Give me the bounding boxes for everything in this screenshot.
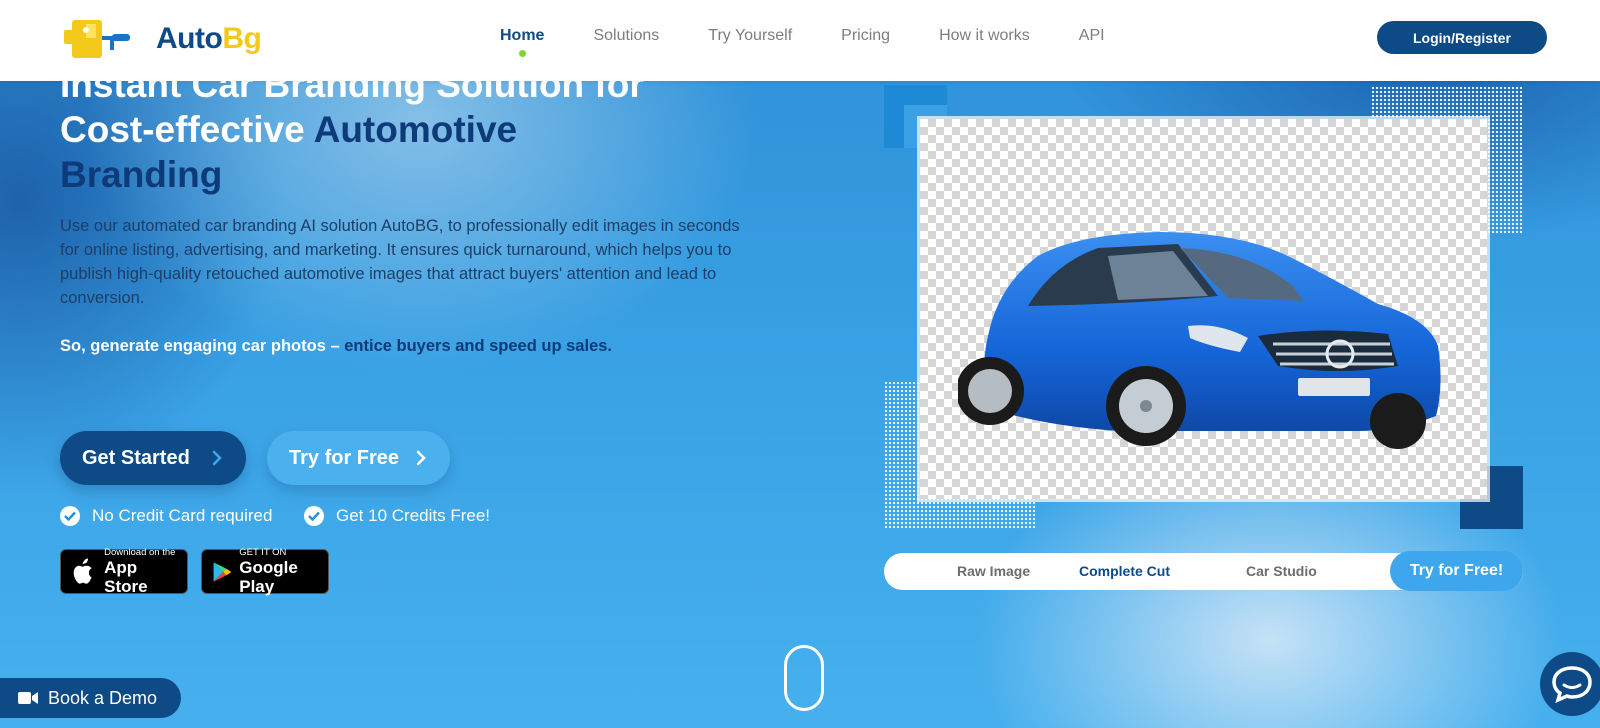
- app-store-big: App Store: [104, 558, 148, 596]
- google-play-badge[interactable]: GET IT ON Google Play: [201, 547, 329, 596]
- tagline-white: So, generate engaging car photos –: [60, 337, 345, 355]
- app-store-small: Download on the: [104, 547, 176, 558]
- get-started-label: Get Started: [82, 446, 190, 469]
- chevron-right-icon: [416, 450, 426, 466]
- chat-icon: [1552, 666, 1592, 704]
- tab-raw-image[interactable]: Raw Image: [957, 563, 1030, 579]
- headline-line-2: Cost-effective Automotive: [60, 107, 780, 152]
- get-started-button[interactable]: Get Started: [60, 431, 246, 485]
- hero-tagline: So, generate engaging car photos – entic…: [60, 337, 612, 356]
- tab-complete-cut[interactable]: Complete Cut: [1079, 563, 1170, 579]
- login-register-button[interactable]: Login/Register: [1377, 21, 1547, 54]
- check-icon: [304, 506, 324, 526]
- chat-button[interactable]: [1540, 652, 1600, 716]
- nav-try-yourself[interactable]: Try Yourself: [708, 27, 792, 45]
- logo-text: AutoBg: [156, 22, 262, 56]
- hero-paragraph: Use our automated car branding AI soluti…: [60, 217, 740, 307]
- nav-how-it-works[interactable]: How it works: [939, 27, 1030, 45]
- logo-text-auto: Auto: [156, 22, 223, 55]
- logo[interactable]: AutoBg: [64, 14, 262, 64]
- check-free-credits-label: Get 10 Credits Free!: [336, 506, 491, 525]
- check-no-credit-card: No Credit Card required: [60, 506, 272, 526]
- try-for-free-button[interactable]: Try for Free: [267, 431, 450, 485]
- book-demo-button[interactable]: Book a Demo: [0, 678, 181, 718]
- scroll-mouse-icon: [784, 645, 824, 711]
- logo-text-bg: Bg: [222, 22, 262, 55]
- app-store-badge[interactable]: Download on the App Store: [60, 547, 188, 596]
- chevron-right-icon: [212, 450, 222, 466]
- tab-car-studio[interactable]: Car Studio: [1246, 563, 1317, 579]
- headline-line-2-dark: Automotive: [313, 109, 518, 150]
- google-play-big: Google Play: [239, 558, 298, 596]
- google-play-small: GET IT ON: [239, 547, 287, 558]
- try-for-free-label: Try for Free: [289, 446, 400, 469]
- nav-solutions[interactable]: Solutions: [593, 27, 659, 45]
- logo-icon: [64, 20, 130, 58]
- google-play-icon: [213, 561, 231, 582]
- nav-home[interactable]: Home: [500, 27, 544, 57]
- tagline-dark: entice buyers and speed up sales.: [344, 337, 613, 355]
- video-camera-icon: [18, 692, 38, 704]
- nav-pricing[interactable]: Pricing: [841, 27, 890, 45]
- preview-try-for-free-button[interactable]: Try for Free!: [1390, 551, 1523, 591]
- headline-line-3: Branding: [60, 154, 223, 195]
- headline-line-2-white: Cost-effective: [60, 109, 314, 150]
- main-nav: Home Solutions Try Yourself Pricing How …: [500, 0, 1154, 72]
- car-image: [958, 232, 1441, 449]
- site-header: AutoBg Home Solutions Try Yourself Prici…: [0, 0, 1600, 81]
- check-no-credit-card-label: No Credit Card required: [92, 506, 273, 525]
- check-free-credits: Get 10 Credits Free!: [304, 506, 490, 526]
- hero-headline: Instant Car Branding Solution for Cost-e…: [60, 62, 780, 197]
- apple-icon: [73, 558, 92, 584]
- nav-api[interactable]: API: [1079, 27, 1105, 45]
- book-demo-label: Book a Demo: [48, 687, 158, 708]
- check-icon: [60, 506, 80, 526]
